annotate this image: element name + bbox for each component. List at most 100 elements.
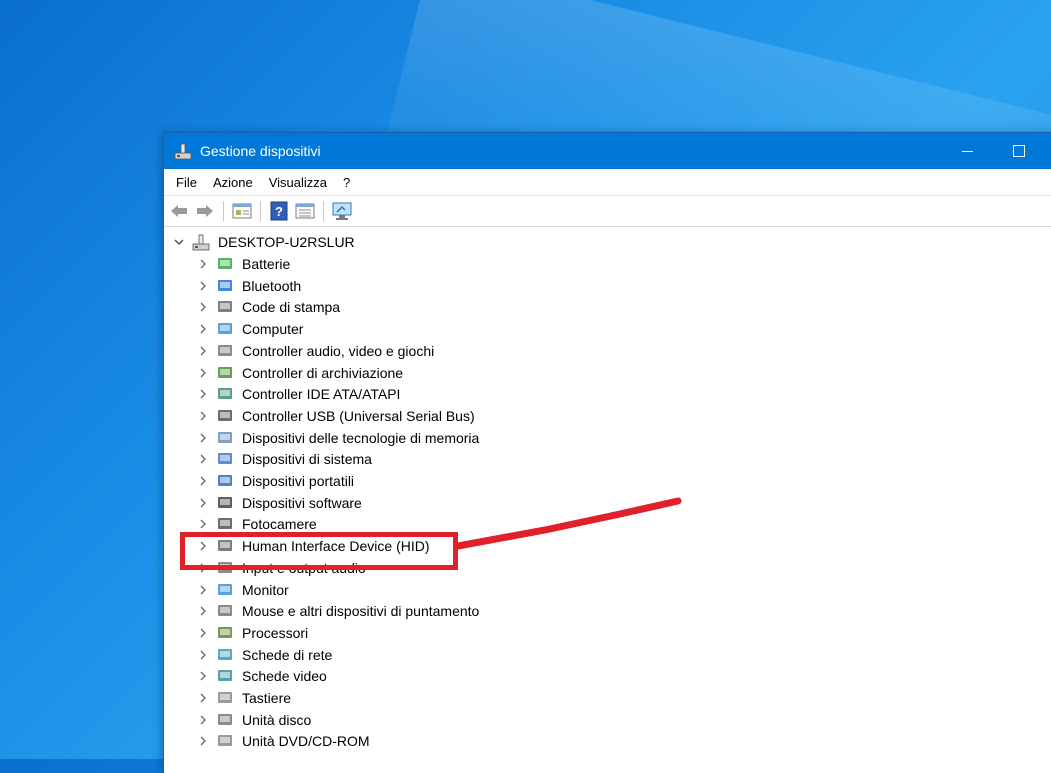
camera-icon — [216, 515, 234, 533]
computer-root-icon — [192, 233, 210, 251]
tree-item[interactable]: Controller di archiviazione — [196, 362, 403, 384]
properties-view-button[interactable] — [231, 200, 253, 222]
chevron-right-icon[interactable] — [196, 648, 210, 662]
tree-item[interactable]: Dispositivi portatili — [196, 470, 354, 492]
chevron-right-icon[interactable] — [196, 626, 210, 640]
mouse-icon — [216, 602, 234, 620]
chevron-right-icon[interactable] — [196, 583, 210, 597]
tree-item[interactable]: Monitor — [196, 579, 289, 601]
chevron-right-icon[interactable] — [196, 734, 210, 748]
toolbar-separator — [323, 201, 324, 221]
tree-item[interactable]: Schede video — [196, 665, 327, 687]
tree-item[interactable]: Input e output audio — [196, 557, 366, 579]
dvd-drive-icon — [216, 732, 234, 750]
chevron-right-icon[interactable] — [196, 496, 210, 510]
tree-item[interactable]: Computer — [196, 318, 303, 340]
tree-root[interactable]: DESKTOP-U2RSLUR — [172, 231, 355, 253]
tree-item[interactable]: Unità disco — [196, 709, 311, 731]
forward-arrow-icon — [197, 205, 213, 217]
tree-item[interactable]: Dispositivi software — [196, 492, 362, 514]
tree-item[interactable]: Mouse e altri dispositivi di puntamento — [196, 600, 479, 622]
chevron-right-icon[interactable] — [196, 604, 210, 618]
window-title: Gestione dispositivi — [200, 143, 321, 159]
monitor-icon — [216, 581, 234, 599]
chevron-right-icon[interactable] — [196, 691, 210, 705]
tree-item-label: Controller USB (Universal Serial Bus) — [242, 407, 475, 424]
tree-item-label: Dispositivi di sistema — [242, 451, 372, 468]
toolbar: ? — [164, 196, 1051, 227]
chevron-right-icon[interactable] — [196, 344, 210, 358]
speaker-icon — [216, 342, 234, 360]
chevron-right-icon[interactable] — [196, 322, 210, 336]
help-button[interactable]: ? — [268, 200, 290, 222]
toolbar-separator — [223, 201, 224, 221]
menu-help[interactable]: ? — [335, 175, 358, 190]
back-button[interactable] — [168, 200, 190, 222]
audio-io-icon — [216, 559, 234, 577]
chevron-right-icon[interactable] — [196, 409, 210, 423]
tree-item-label: Bluetooth — [242, 277, 302, 294]
chevron-right-icon[interactable] — [196, 279, 210, 293]
tree-item-label: Processori — [242, 624, 309, 641]
portable-device-icon — [216, 472, 234, 490]
minimize-icon — [961, 150, 973, 152]
tree-item-label: Controller audio, video e giochi — [242, 342, 435, 359]
storage-controller-icon — [216, 364, 234, 382]
tree-item[interactable]: Controller USB (Universal Serial Bus) — [196, 405, 475, 427]
chevron-right-icon[interactable] — [196, 431, 210, 445]
video-card-icon — [216, 667, 234, 685]
chevron-down-icon[interactable] — [172, 235, 186, 249]
tree-item-label: Schede di rete — [242, 646, 333, 663]
tree-item[interactable]: Controller IDE ATA/ATAPI — [196, 383, 400, 405]
tree-item[interactable]: Fotocamere — [196, 513, 317, 535]
chevron-right-icon[interactable] — [196, 452, 210, 466]
chevron-right-icon[interactable] — [196, 561, 210, 575]
properties-view-icon — [232, 203, 252, 219]
tree-item[interactable]: Unità DVD/CD-ROM — [196, 730, 370, 752]
computer-icon — [216, 320, 234, 338]
tree-item[interactable]: Dispositivi delle tecnologie di memoria — [196, 427, 479, 449]
maximize-button[interactable] — [996, 133, 1042, 169]
tree-item-label: Human Interface Device (HID) — [242, 538, 430, 555]
tree-item-label: Dispositivi portatili — [242, 473, 355, 489]
tree-item[interactable]: Controller audio, video e giochi — [196, 340, 434, 362]
chevron-right-icon[interactable] — [196, 387, 210, 401]
chevron-right-icon[interactable] — [196, 669, 210, 683]
tree-item-label: Unità disco — [242, 711, 312, 728]
chevron-right-icon[interactable] — [196, 713, 210, 727]
tree-item[interactable]: Code di stampa — [196, 296, 340, 318]
ide-controller-icon — [216, 385, 234, 403]
bluetooth-icon — [216, 277, 234, 295]
tree-item[interactable]: Human Interface Device (HID) — [196, 535, 430, 557]
tree-item[interactable]: Batterie — [196, 253, 290, 275]
chevron-right-icon[interactable] — [196, 517, 210, 531]
chevron-right-icon[interactable] — [196, 474, 210, 488]
title-bar[interactable]: Gestione dispositivi — [164, 133, 1051, 169]
tree-item[interactable]: Processori — [196, 622, 308, 644]
battery-icon — [216, 255, 234, 273]
printer-icon — [216, 298, 234, 316]
chevron-right-icon[interactable] — [196, 366, 210, 380]
menu-file[interactable]: File — [168, 175, 205, 190]
tree-item[interactable]: Bluetooth — [196, 275, 301, 297]
menu-visualizza[interactable]: Visualizza — [261, 175, 335, 190]
forward-button[interactable] — [194, 200, 216, 222]
monitor-scan-icon — [332, 202, 352, 220]
chevron-right-icon[interactable] — [196, 539, 210, 553]
tree-item[interactable]: Schede di rete — [196, 644, 332, 666]
chevron-right-icon[interactable] — [196, 257, 210, 271]
tree-item[interactable]: Dispositivi di sistema — [196, 448, 372, 470]
tree-item-label: Input e output audio — [242, 559, 366, 576]
svg-text:?: ? — [275, 204, 283, 219]
tree-item[interactable]: Tastiere — [196, 687, 291, 709]
details-view-button[interactable] — [294, 200, 316, 222]
tree-item-label: Controller di archiviazione — [242, 364, 404, 381]
back-arrow-icon — [171, 205, 187, 217]
scan-hardware-button[interactable] — [331, 200, 353, 222]
chevron-right-icon[interactable] — [196, 300, 210, 314]
device-manager-window: Gestione dispositivi File Azione Visuali… — [163, 132, 1051, 773]
minimize-button[interactable] — [944, 133, 990, 169]
menu-azione[interactable]: Azione — [205, 175, 261, 190]
disk-drive-icon — [216, 711, 234, 729]
device-manager-icon — [174, 143, 192, 160]
